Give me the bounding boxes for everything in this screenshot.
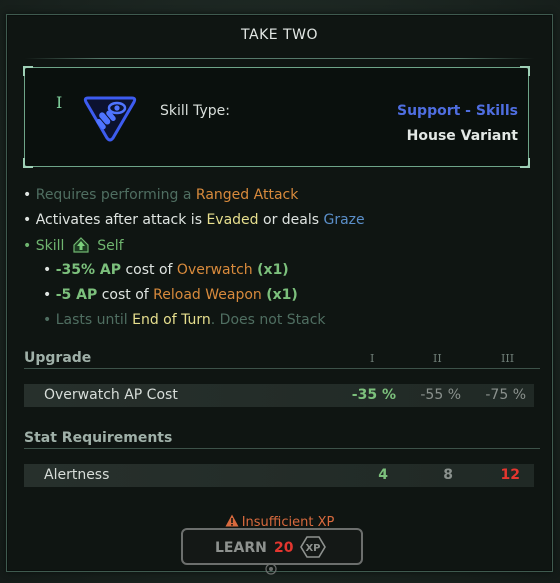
bullet: •	[43, 312, 56, 328]
scroll-indicator-icon	[265, 563, 277, 575]
eye-bullet-emblem-icon	[83, 96, 137, 142]
keyword-end-of-turn: End of Turn	[132, 312, 211, 328]
upgrade-value-2: -55 %	[420, 387, 461, 403]
duration-line: • Lasts until End of Turn. Does not Stac…	[43, 312, 326, 328]
upgrade-row: Overwatch AP Cost -35 % -55 % -75 %	[24, 384, 534, 407]
bullet: •	[43, 262, 56, 278]
skill-rank: I	[56, 93, 63, 112]
xp-label: XP	[305, 543, 320, 554]
effect-text: cost of	[125, 262, 173, 278]
skill-target-line: • Skill Self	[23, 237, 124, 254]
level-2-label: II	[433, 352, 442, 365]
upgrade-value-1: -35 %	[351, 387, 396, 403]
activation-mid-text: or deals	[263, 212, 320, 228]
upgrade-value-3: -75 %	[485, 387, 526, 403]
bullet: •	[43, 287, 56, 303]
stat-row-name: Alertness	[44, 467, 110, 483]
stat-requirements-title: Stat Requirements	[24, 430, 173, 446]
target-self: Self	[97, 238, 124, 254]
keyword-evaded: Evaded	[206, 212, 259, 228]
duration-text: Lasts until	[55, 312, 128, 328]
corner-decoration	[520, 158, 530, 168]
xp-icon: XP	[300, 536, 326, 558]
up-arrow-icon	[73, 237, 89, 253]
bullet: •	[23, 212, 36, 228]
activation-line: • Activates after attack is Evaded or de…	[23, 212, 365, 228]
skill-variant: House Variant	[406, 128, 518, 144]
effect-multiplier: (x1)	[257, 262, 289, 278]
panel-title: TAKE TWO	[241, 27, 318, 43]
learn-cost: 20	[274, 540, 294, 556]
effect-text: cost of	[101, 287, 149, 303]
skill-header-card: I Skill Type: Support - Skills House Var…	[23, 66, 530, 168]
stat-requirements-header: Stat Requirements	[24, 430, 540, 449]
requirement-text: Requires performing a	[35, 187, 192, 203]
learn-label: LEARN	[215, 540, 267, 556]
bullet: •	[23, 187, 36, 203]
skill-keyword: Skill	[35, 238, 65, 254]
keyword-ranged-attack: Ranged Attack	[195, 187, 299, 203]
upgrade-header: Upgrade I II III	[24, 350, 540, 369]
effect-line-overwatch: • -35% AP cost of Overwatch (x1)	[43, 262, 289, 278]
effect-line-reload: • -5 AP cost of Reload Weapon (x1)	[43, 287, 298, 303]
effect-value: -5 AP	[55, 287, 98, 303]
keyword-reload-weapon: Reload Weapon	[153, 287, 262, 303]
stat-value-1: 4	[378, 467, 388, 483]
level-1-label: I	[370, 352, 375, 365]
upgrade-title: Upgrade	[24, 350, 92, 366]
effect-value: -35% AP	[55, 262, 122, 278]
keyword-overwatch: Overwatch	[176, 262, 253, 278]
corner-decoration	[520, 66, 530, 76]
warning-icon	[225, 514, 239, 527]
activation-text: Activates after attack is	[35, 212, 202, 228]
learn-button[interactable]: LEARN 20 XP	[181, 528, 363, 565]
skill-tooltip-panel: TAKE TWO I Skill Type: Support - Skills …	[6, 14, 553, 572]
skill-type-value: Support - Skills	[397, 103, 518, 119]
title-divider	[25, 58, 534, 59]
corner-decoration	[23, 158, 33, 168]
bullet: •	[23, 238, 36, 254]
corner-decoration	[23, 66, 33, 76]
skill-type-label: Skill Type:	[160, 103, 230, 119]
stat-value-2: 8	[443, 467, 453, 483]
level-3-label: III	[501, 352, 515, 365]
stat-value-3: 12	[500, 467, 520, 483]
upgrade-row-name: Overwatch AP Cost	[44, 387, 178, 403]
effect-multiplier: (x1)	[266, 287, 298, 303]
requirement-line: • Requires performing a Ranged Attack	[23, 187, 298, 203]
keyword-graze: Graze	[323, 212, 365, 228]
stat-row: Alertness 4 8 12	[24, 464, 534, 487]
stacking-text: . Does not Stack	[210, 312, 326, 328]
